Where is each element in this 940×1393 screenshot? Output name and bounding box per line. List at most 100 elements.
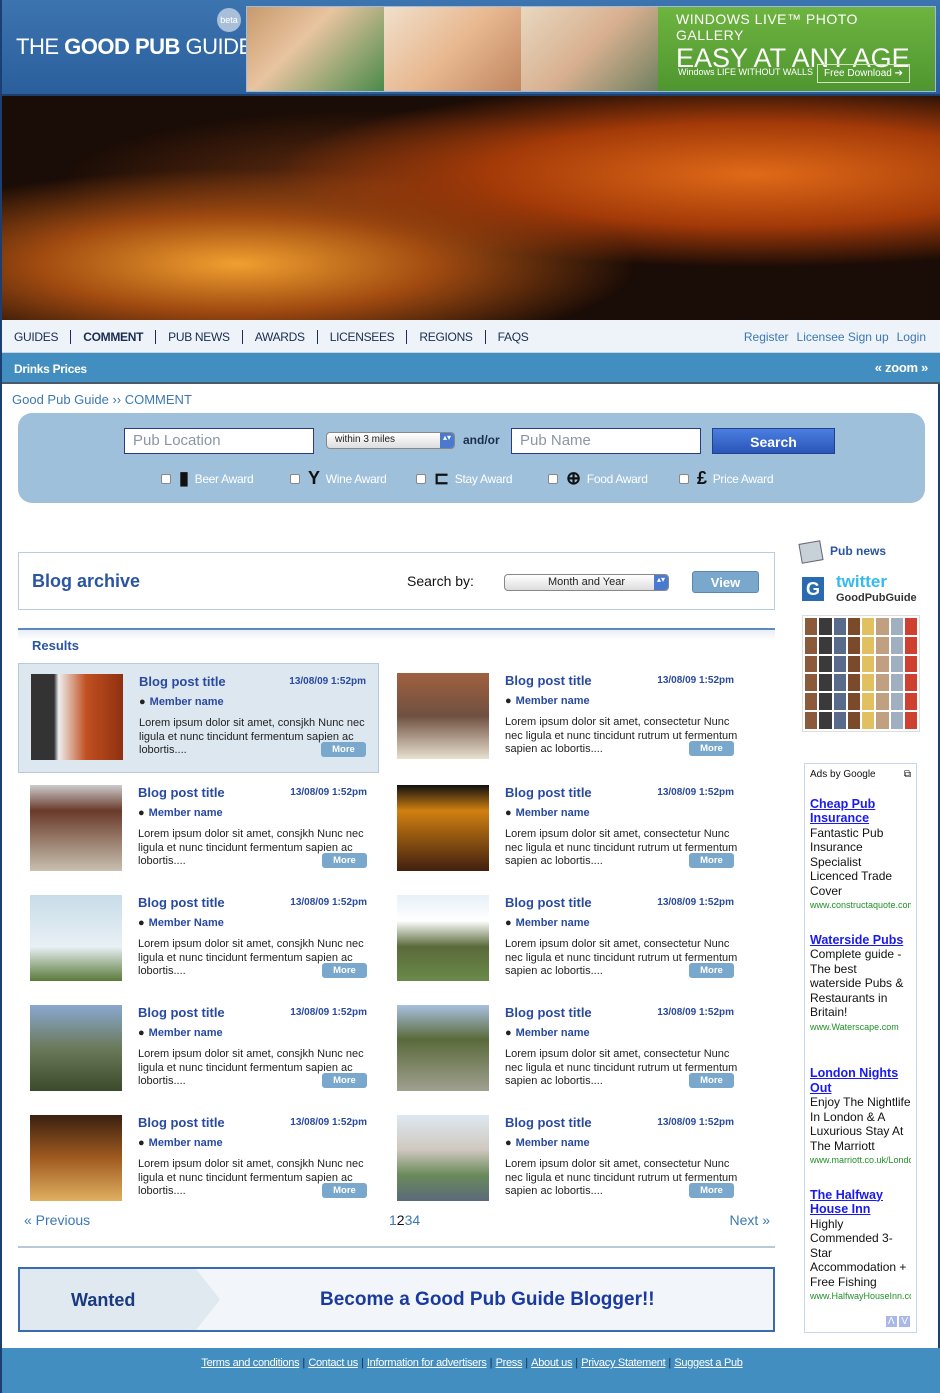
- follower-avatar[interactable]: [819, 674, 832, 692]
- post-thumbnail[interactable]: [30, 895, 122, 981]
- follower-avatar[interactable]: [847, 712, 860, 729]
- follower-avatar[interactable]: [904, 655, 917, 673]
- more-button[interactable]: More: [689, 1183, 734, 1198]
- distance-select[interactable]: within 3 miles ▴▾: [326, 432, 455, 449]
- external-link-icon[interactable]: ⧉: [904, 768, 911, 783]
- post-thumbnail[interactable]: [397, 785, 489, 871]
- ad-url[interactable]: www.Waterscape.com: [810, 1020, 911, 1035]
- ad-url[interactable]: www.marriott.co.uk/London: [810, 1153, 911, 1168]
- pub-news-link[interactable]: Pub news: [830, 544, 886, 558]
- post-member[interactable]: ● Member name: [505, 695, 590, 707]
- follower-avatar[interactable]: [862, 655, 875, 673]
- post-thumbnail[interactable]: [397, 1005, 489, 1091]
- follower-avatar[interactable]: [805, 636, 818, 654]
- more-button[interactable]: More: [689, 963, 734, 978]
- checkbox[interactable]: [416, 473, 426, 484]
- follower-avatar[interactable]: [862, 712, 875, 729]
- banner-ad[interactable]: WINDOWS LIVE™ PHOTO GALLERY EASY AT ANY …: [246, 6, 936, 92]
- post-title[interactable]: Blog post title: [138, 895, 225, 910]
- follower-avatar[interactable]: [876, 693, 889, 711]
- site-logo[interactable]: THE GOOD PUB GUIDE: [16, 34, 253, 60]
- post-title[interactable]: Blog post title: [138, 1115, 225, 1130]
- follower-avatar[interactable]: [847, 693, 860, 711]
- follower-avatar[interactable]: [805, 693, 818, 711]
- login-link[interactable]: Login: [897, 330, 926, 344]
- follower-avatar[interactable]: [890, 655, 903, 673]
- ad-title-link[interactable]: London Nights Out: [810, 1066, 911, 1095]
- post-title[interactable]: Blog post title: [505, 1115, 592, 1130]
- food-award-filter[interactable]: ⊕ Food Award: [548, 468, 648, 489]
- follower-avatar[interactable]: [847, 655, 860, 673]
- price-award-filter[interactable]: £ Price Award: [679, 468, 774, 489]
- follower-avatar[interactable]: [847, 636, 860, 654]
- post-member[interactable]: ● Member name: [138, 1137, 223, 1149]
- google-ad[interactable]: Waterside Pubs Complete guide - The best …: [810, 933, 911, 1035]
- become-blogger-banner[interactable]: Wanted Become a Good Pub Guide Blogger!!: [18, 1267, 775, 1332]
- post-title[interactable]: Blog post title: [505, 1005, 592, 1020]
- follower-avatar[interactable]: [833, 618, 846, 635]
- follower-avatar[interactable]: [847, 674, 860, 692]
- follower-avatar[interactable]: [876, 655, 889, 673]
- twitter-logo[interactable]: twitter: [836, 572, 887, 592]
- post-thumbnail[interactable]: [30, 1005, 122, 1091]
- blog-post-card[interactable]: Blog post title 13/08/09 1:52pm ● Member …: [18, 663, 379, 773]
- follower-avatar[interactable]: [876, 712, 889, 729]
- blog-post-card[interactable]: Blog post title 13/08/09 1:52pm ● Member …: [385, 775, 746, 885]
- follower-avatar[interactable]: [890, 674, 903, 692]
- blog-post-card[interactable]: Blog post title 13/08/09 1:52pm ● Member …: [385, 995, 746, 1105]
- follower-avatar[interactable]: [862, 618, 875, 635]
- follower-avatar[interactable]: [904, 712, 917, 729]
- footer-link[interactable]: Privacy Statement: [581, 1357, 665, 1369]
- blog-post-card[interactable]: Blog post title 13/08/09 1:52pm ● Member …: [385, 885, 746, 995]
- nav-licensees[interactable]: LICENSEES: [318, 330, 408, 344]
- follower-avatar[interactable]: [904, 693, 917, 711]
- follower-avatar[interactable]: [805, 655, 818, 673]
- page-link[interactable]: 4: [412, 1212, 420, 1228]
- post-title[interactable]: Blog post title: [505, 895, 592, 910]
- licensee-signup-link[interactable]: Licensee Sign up: [797, 330, 889, 344]
- nav-pub-news[interactable]: PUB NEWS: [156, 330, 243, 344]
- follower-avatar[interactable]: [819, 618, 832, 635]
- follower-avatar[interactable]: [862, 693, 875, 711]
- wine-award-filter[interactable]: Y Wine Award: [290, 468, 387, 489]
- post-member[interactable]: ● Member name: [505, 807, 590, 819]
- post-member[interactable]: ● Member name: [505, 1027, 590, 1039]
- more-button[interactable]: More: [322, 963, 367, 978]
- follower-avatar[interactable]: [805, 674, 818, 692]
- follower-avatar[interactable]: [876, 636, 889, 654]
- checkbox[interactable]: [161, 473, 171, 484]
- follower-avatar[interactable]: [833, 674, 846, 692]
- ad-title-link[interactable]: Waterside Pubs: [810, 933, 911, 948]
- twitter-handle[interactable]: GoodPubGuide: [836, 592, 917, 604]
- pub-location-input[interactable]: Pub Location: [124, 428, 314, 454]
- post-thumbnail[interactable]: [30, 785, 122, 871]
- blog-post-card[interactable]: Blog post title 13/08/09 1:52pm ● Member …: [18, 775, 379, 885]
- post-thumbnail[interactable]: [397, 673, 489, 759]
- pub-name-input[interactable]: Pub Name: [511, 428, 701, 454]
- nav-faqs[interactable]: FAQS: [486, 330, 541, 344]
- more-button[interactable]: More: [322, 1073, 367, 1088]
- blog-post-card[interactable]: Blog post title 13/08/09 1:52pm ● Member …: [18, 1105, 379, 1215]
- footer-link[interactable]: Press: [496, 1357, 523, 1369]
- month-year-select[interactable]: Month and Year ▴▾: [504, 574, 669, 591]
- beer-award-filter[interactable]: ▮ Beer Award: [161, 468, 254, 489]
- follower-avatar[interactable]: [890, 618, 903, 635]
- more-button[interactable]: More: [321, 742, 366, 757]
- page-link[interactable]: 1: [389, 1212, 397, 1228]
- post-member[interactable]: ● Member name: [505, 917, 590, 929]
- stay-award-filter[interactable]: ⊏ Stay Award: [416, 468, 513, 489]
- post-member[interactable]: ● Member name: [139, 696, 224, 708]
- follower-avatar[interactable]: [876, 618, 889, 635]
- nav-comment[interactable]: COMMENT: [71, 330, 157, 344]
- follower-avatar[interactable]: [819, 636, 832, 654]
- post-thumbnail[interactable]: [397, 1115, 489, 1201]
- more-button[interactable]: More: [689, 741, 734, 756]
- follower-avatar[interactable]: [904, 674, 917, 692]
- post-title[interactable]: Blog post title: [505, 785, 592, 800]
- ad-prev-icon[interactable]: Λ: [885, 1315, 897, 1327]
- free-download-button[interactable]: Free Download ➔: [817, 64, 910, 83]
- footer-link[interactable]: About us: [531, 1357, 572, 1369]
- more-button[interactable]: More: [689, 853, 734, 868]
- follower-avatar[interactable]: [890, 693, 903, 711]
- view-button[interactable]: View: [692, 571, 759, 593]
